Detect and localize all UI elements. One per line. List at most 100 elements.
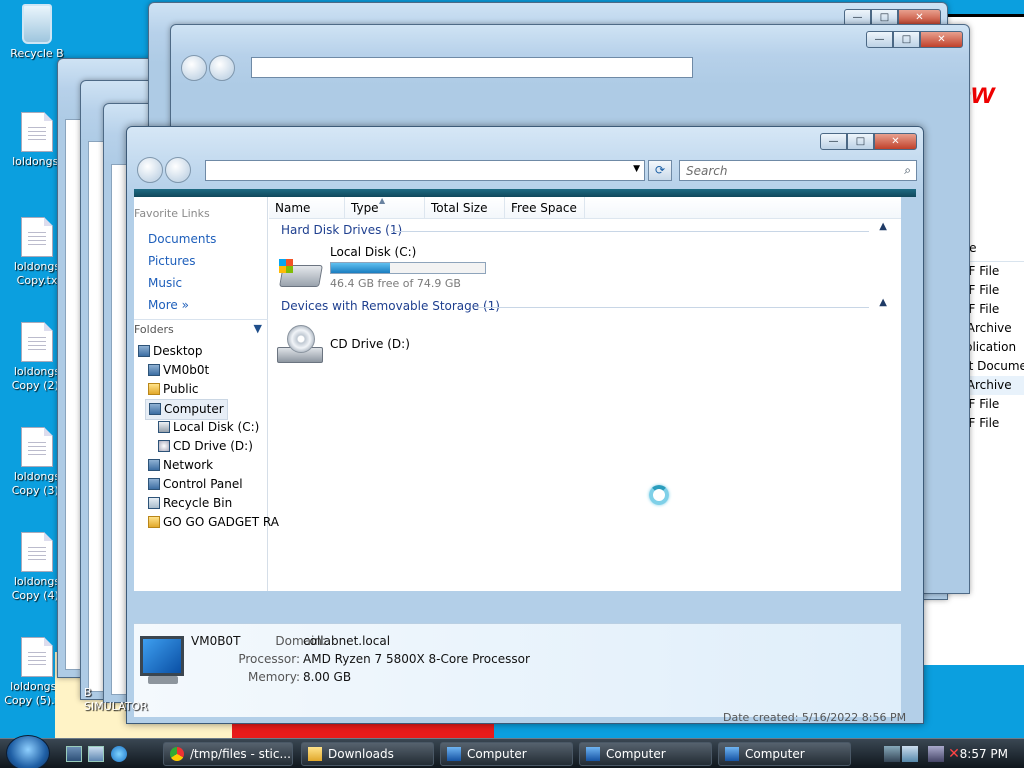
switch-windows-icon[interactable] [88, 746, 104, 762]
tree-item-user[interactable]: VM0b0t [148, 361, 209, 380]
forward-icon[interactable] [165, 157, 191, 183]
chrome-icon [170, 747, 184, 761]
taskbar-button[interactable]: Computer [440, 742, 573, 766]
tree-item-cd-drive[interactable]: CD Drive (D:) [158, 437, 253, 456]
refresh-icon: ⟳ [654, 163, 666, 177]
column-header-free-space[interactable]: Free Space [505, 197, 585, 219]
collapse-icon[interactable]: ▲ [879, 297, 887, 308]
tree-item-computer[interactable]: Computer [145, 399, 228, 420]
devices-tray-icon[interactable] [902, 746, 918, 762]
start-button[interactable] [6, 735, 50, 768]
column-header-name[interactable]: Name [269, 197, 345, 219]
address-bar[interactable] [251, 57, 693, 78]
drive-free-space: 46.4 GB free of 74.9 GB [330, 277, 461, 290]
taskbar-button[interactable]: Computer [718, 742, 851, 766]
drive-name: Local Disk (C:) [330, 245, 417, 259]
computer-icon [725, 747, 739, 761]
favorite-link-more[interactable]: More » [148, 298, 189, 312]
maximize-button[interactable]: □ [847, 133, 874, 150]
internet-explorer-icon[interactable] [111, 746, 127, 762]
column-headers: Name Type ▲ Total Size Free Space [269, 196, 901, 219]
recycle-bin-icon [148, 497, 160, 509]
folder-icon [148, 383, 160, 395]
refresh-button[interactable]: ⟳ [648, 160, 672, 181]
tree-item-control-panel[interactable]: Control Panel [148, 475, 243, 494]
favorite-links-title: Favorite Links [134, 207, 210, 220]
close-button[interactable]: ✕ [874, 133, 917, 150]
close-button[interactable]: ✕ [920, 31, 963, 48]
taskbar-button[interactable]: Computer [579, 742, 712, 766]
network-status-icon[interactable] [928, 746, 944, 762]
collapse-icon[interactable]: ▲ [879, 221, 887, 232]
column-header-type[interactable]: Type ▲ [345, 196, 425, 219]
memory-value: 8.00 GB [303, 670, 352, 684]
show-desktop-icon[interactable] [66, 746, 82, 762]
cd-drive-icon [277, 325, 325, 363]
chevron-down-icon[interactable]: ▼ [633, 164, 640, 174]
back-icon[interactable] [137, 157, 163, 183]
folder-icon [148, 516, 160, 528]
tree-item-recycle-bin[interactable]: Recycle Bin [148, 494, 232, 513]
address-bar[interactable]: ▼ [205, 160, 645, 181]
column-header-total-size[interactable]: Total Size [425, 197, 505, 219]
drive-usage-bar [330, 262, 486, 274]
minimize-button[interactable]: — [866, 31, 893, 48]
hard-drive-icon [158, 421, 170, 433]
text-file-icon [21, 427, 53, 467]
memory-label: Memory: [248, 670, 300, 684]
processor-label: Processor: [238, 652, 300, 666]
tree-item-desktop[interactable]: Desktop [138, 342, 203, 361]
user-folder-icon [148, 364, 160, 376]
group-header-hard-disk-drives[interactable]: Hard Disk Drives (1) ▲ [281, 221, 889, 237]
navigation-pane: Favorite Links Documents Pictures Music … [134, 197, 279, 591]
favorite-link-pictures[interactable]: Pictures [148, 254, 196, 268]
desktop-icon-label: B SIMULATOR [84, 686, 148, 713]
sort-ascending-icon: ▲ [379, 196, 386, 205]
tree-item-local-disk[interactable]: Local Disk (C:) [158, 418, 259, 437]
taskbar: /tmp/files - stic... Downloads Computer … [0, 735, 1024, 768]
tree-item-folder[interactable]: GO GO GADGET RA [148, 513, 279, 532]
search-input[interactable]: Search ⌕ [679, 160, 917, 181]
tree-item-public[interactable]: Public [148, 380, 199, 399]
recycle-bin-icon [22, 4, 52, 44]
chevron-down-icon: ▼ [253, 322, 262, 335]
computer-icon [149, 403, 161, 415]
desktop-icon-recycle-bin[interactable]: Recycle B [4, 4, 70, 61]
hard-drive-icon [277, 257, 325, 295]
back-icon[interactable] [181, 55, 207, 81]
network-icon [148, 459, 160, 471]
forward-icon[interactable] [209, 55, 235, 81]
text-file-icon [21, 112, 53, 152]
explorer-content: Favorite Links Documents Pictures Music … [134, 196, 901, 591]
taskbar-button[interactable]: /tmp/files - stic... [163, 742, 293, 766]
date-created: Date created: 5/16/2022 8:56 PM [723, 711, 907, 724]
processor-value: AMD Ryzen 7 5800X 8-Core Processor [303, 652, 530, 666]
text-file-icon [21, 532, 53, 572]
command-bar [134, 189, 916, 197]
favorite-link-documents[interactable]: Documents [148, 232, 216, 246]
minimize-button[interactable]: — [820, 133, 847, 150]
drive-name: CD Drive (D:) [330, 337, 410, 351]
clock[interactable]: 8:57 PM [960, 747, 1008, 761]
control-panel-icon [148, 478, 160, 490]
folders-toggle[interactable]: Folders ▼ [134, 319, 268, 339]
file-list-pane: Name Type ▲ Total Size Free Space Hard Di… [269, 196, 901, 591]
text-file-icon [21, 322, 53, 362]
favorite-link-music[interactable]: Music [148, 276, 182, 290]
network-tray-icon[interactable] [884, 746, 900, 762]
tree-item-network[interactable]: Network [148, 456, 213, 475]
busy-cursor-icon [649, 485, 669, 505]
search-icon[interactable]: ⌕ [904, 163, 911, 178]
taskbar-button[interactable]: Downloads [301, 742, 434, 766]
domain-value: collabnet.local [303, 634, 391, 648]
computer-name: VM0B0T [191, 634, 241, 648]
explorer-window-computer[interactable]: — □ ✕ ▼ ⟳ Search ⌕ Favorite Links Docume… [126, 126, 924, 724]
maximize-button[interactable]: □ [893, 31, 920, 48]
computer-icon [447, 747, 461, 761]
details-pane: VM0B0T Domain: collabnet.local Processor… [134, 623, 901, 717]
text-file-icon [21, 217, 53, 257]
group-header-removable-storage[interactable]: Devices with Removable Storage (1) ▲ [281, 297, 889, 313]
computer-icon [140, 636, 184, 676]
text-file-icon [21, 637, 53, 677]
cd-drive-icon [158, 440, 170, 452]
